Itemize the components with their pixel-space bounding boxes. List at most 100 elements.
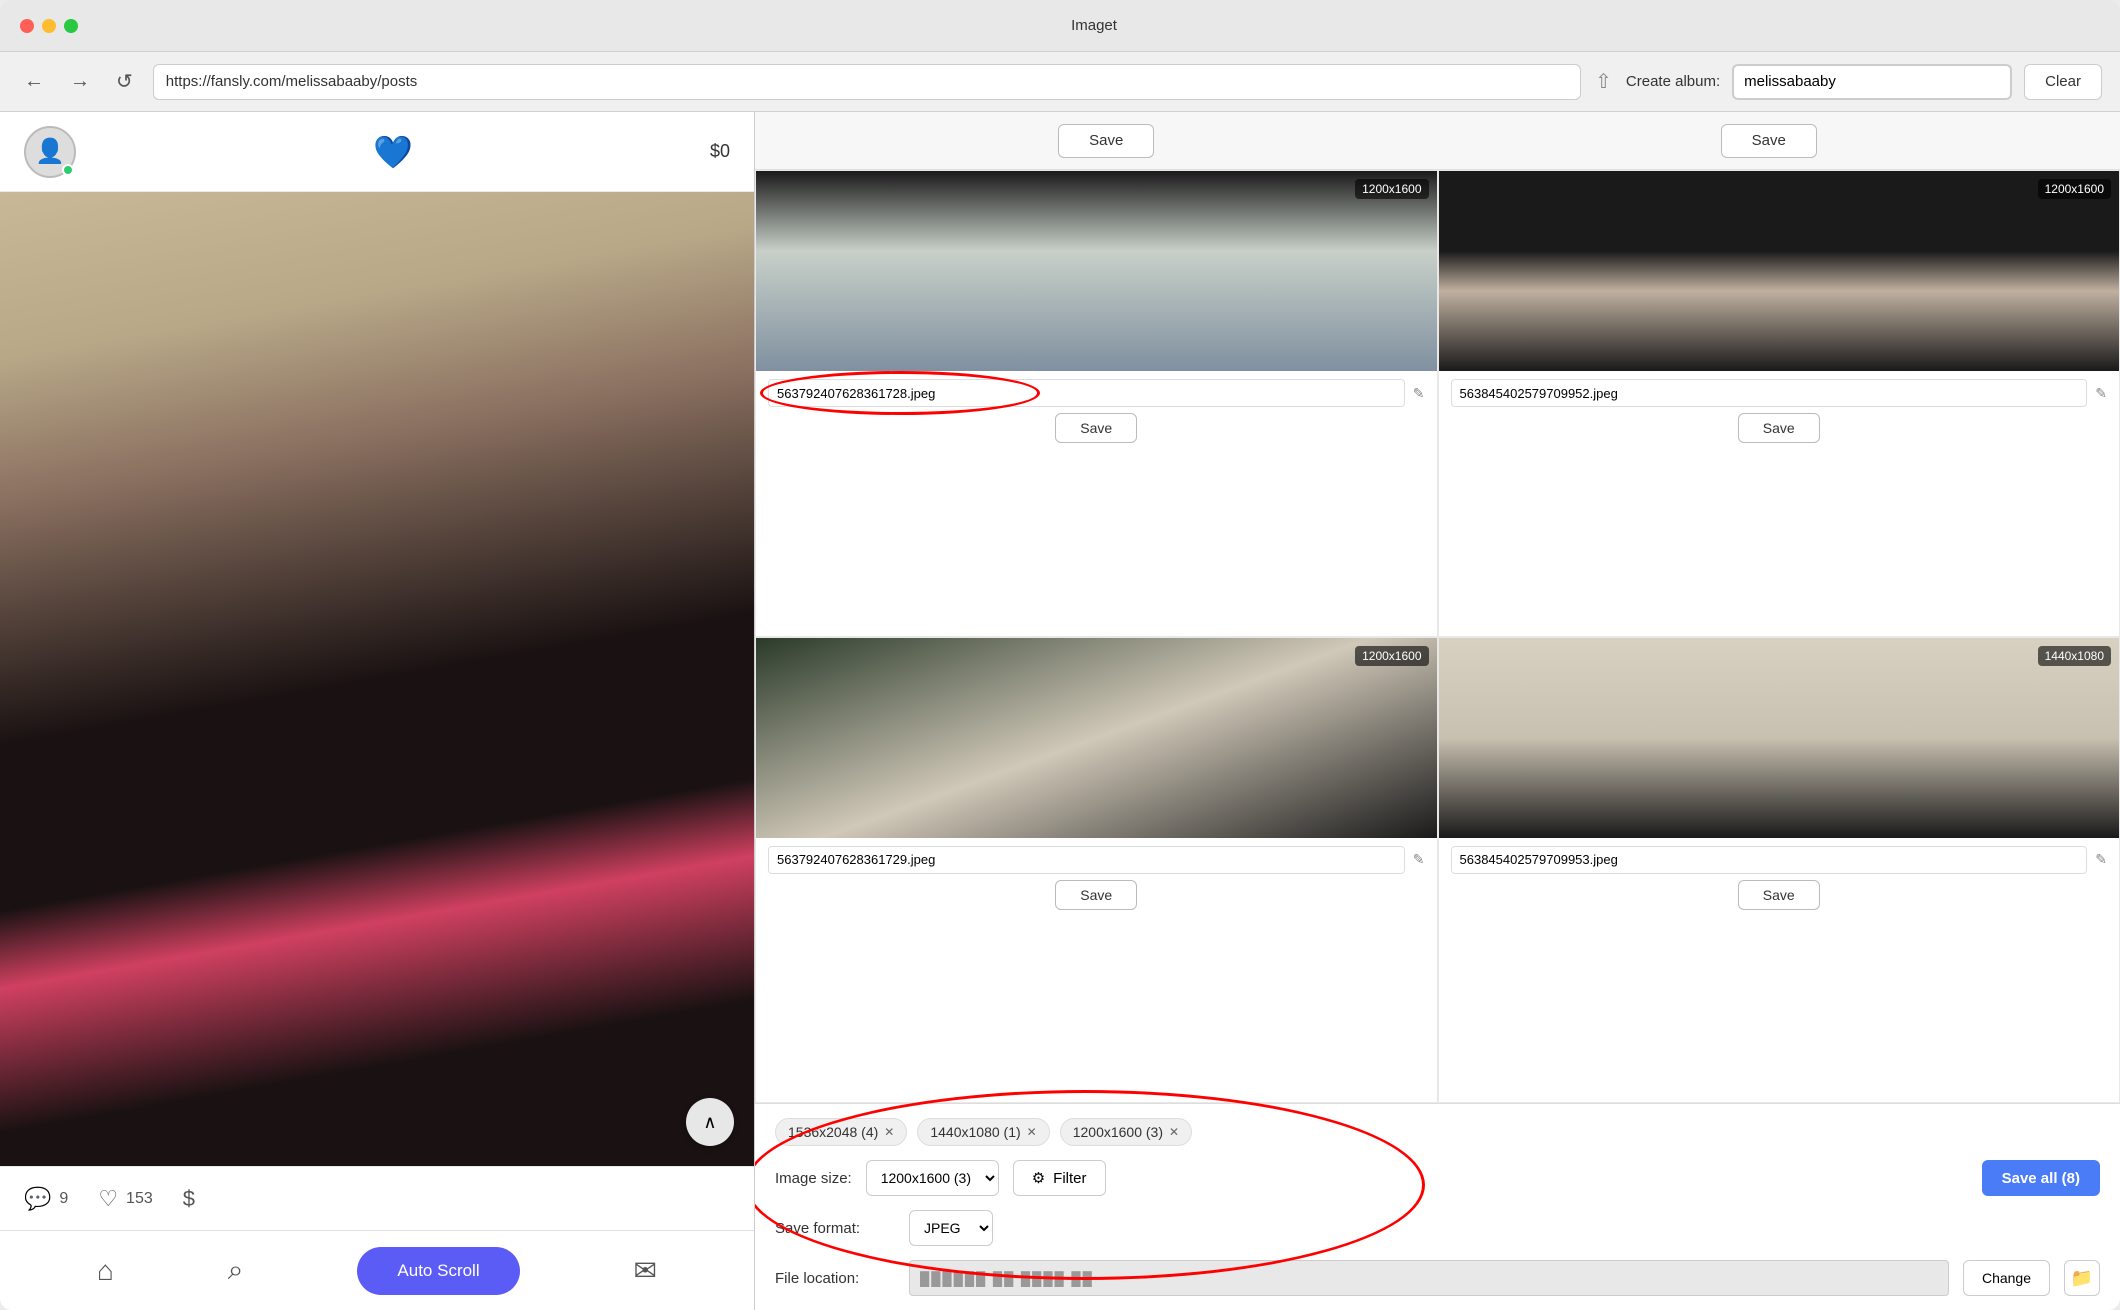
- file-location-label: File location:: [775, 1270, 895, 1287]
- card-save-button-4[interactable]: Save: [1738, 880, 1820, 910]
- image-card-3: 1200x1600 ✎ Save: [755, 637, 1438, 1104]
- filename-row-3: ✎: [768, 846, 1425, 874]
- filter-tag-2: 1440x1080 (1) ✕: [917, 1118, 1049, 1146]
- clear-button[interactable]: Clear: [2024, 64, 2102, 100]
- folder-icon: 📁: [2071, 1268, 2093, 1289]
- online-indicator: [62, 164, 74, 176]
- save-all-button[interactable]: Save all (8): [1982, 1160, 2100, 1196]
- open-folder-button[interactable]: 📁: [2064, 1260, 2100, 1296]
- maximize-button[interactable]: [64, 19, 78, 33]
- card-save-button-3[interactable]: Save: [1055, 880, 1137, 910]
- photo-placeholder: [0, 192, 754, 1166]
- image-thumb-2: 1200x1600: [1439, 171, 2120, 371]
- filename-input-4[interactable]: [1451, 846, 2088, 874]
- filter-tag-remove-1[interactable]: ✕: [884, 1125, 894, 1139]
- save-button-top-1[interactable]: Save: [1058, 124, 1154, 158]
- filter-bar: 1536x2048 (4) ✕ 1440x1080 (1) ✕ 1200x160…: [755, 1103, 2120, 1310]
- card-save-button-1[interactable]: Save: [1055, 413, 1137, 443]
- image-size-select[interactable]: 1200x1600 (3) 1536x2048 (4) 1440x1080 (1…: [866, 1160, 999, 1196]
- titlebar: Imaget: [0, 0, 2120, 52]
- format-select[interactable]: JPEG PNG WEBP: [909, 1210, 993, 1246]
- image-size-badge-3: 1200x1600: [1355, 646, 1428, 666]
- edit-filename-icon-3[interactable]: ✎: [1413, 851, 1425, 868]
- image-card-footer-2: ✎ Save: [1439, 371, 2120, 451]
- traffic-lights: [20, 19, 78, 33]
- filter-actions-row: Image size: 1200x1600 (3) 1536x2048 (4) …: [775, 1160, 2100, 1196]
- edit-filename-icon-2[interactable]: ✎: [2095, 385, 2107, 402]
- close-button[interactable]: [20, 19, 34, 33]
- main-photo-area: ∧: [0, 192, 754, 1166]
- page-header: 👤 💙 $0: [0, 112, 754, 192]
- main-content: 👤 💙 $0 ∧ 💬 9 ♡ 153: [0, 112, 2120, 1310]
- filename-input-1[interactable]: [768, 379, 1405, 407]
- comment-count: 9: [59, 1190, 68, 1208]
- filter-left: Image size: 1200x1600 (3) 1536x2048 (4) …: [775, 1160, 1106, 1196]
- browser-bar: ← → ↺ ⇧ Create album: Clear: [0, 52, 2120, 112]
- card-save-button-2[interactable]: Save: [1738, 413, 1820, 443]
- bottom-nav: ⌂ ⌕ Auto Scroll ✉: [0, 1230, 754, 1310]
- filename-input-2[interactable]: [1451, 379, 2088, 407]
- filter-tag-remove-3[interactable]: ✕: [1169, 1125, 1179, 1139]
- image-thumb-1: 1200x1600: [756, 171, 1437, 371]
- filter-settings-icon: ⚙: [1032, 1169, 1045, 1187]
- filter-tag-label-2: 1440x1080 (1): [930, 1124, 1020, 1140]
- image-card-2: 1200x1600 ✎ Save: [1438, 170, 2120, 637]
- autoscroll-button[interactable]: Auto Scroll: [357, 1247, 519, 1295]
- image-grid: 1200x1600 ✎ Save 12: [755, 170, 2120, 1103]
- avatar: 👤: [24, 126, 76, 178]
- home-nav-icon[interactable]: ⌂: [97, 1255, 114, 1287]
- tip-action[interactable]: $: [183, 1186, 195, 1212]
- file-location-row: File location: ██████ ██ ████ ██ Change …: [775, 1260, 2100, 1296]
- brand-heart-icon: 💙: [373, 133, 413, 171]
- like-icon: ♡: [98, 1186, 118, 1212]
- file-path-display: ██████ ██ ████ ██: [909, 1260, 1949, 1296]
- filter-button[interactable]: ⚙ Filter: [1013, 1160, 1106, 1196]
- minimize-button[interactable]: [42, 19, 56, 33]
- scroll-up-button[interactable]: ∧: [686, 1098, 734, 1146]
- filter-tag-remove-2[interactable]: ✕: [1027, 1125, 1037, 1139]
- save-button-top-2[interactable]: Save: [1721, 124, 1817, 158]
- edit-filename-icon-1[interactable]: ✎: [1413, 385, 1425, 402]
- mail-nav-icon[interactable]: ✉: [634, 1254, 657, 1287]
- top-save-row: Save Save: [755, 112, 2120, 170]
- image-card-footer-3: ✎ Save: [756, 838, 1437, 918]
- image-card-footer-1: ✎ Save: [756, 371, 1437, 451]
- edit-filename-icon-4[interactable]: ✎: [2095, 851, 2107, 868]
- like-count: 153: [126, 1190, 153, 1208]
- image-card-footer-4: ✎ Save: [1439, 838, 2120, 918]
- app-window: Imaget ← → ↺ ⇧ Create album: Clear 👤 💙 $…: [0, 0, 2120, 1310]
- filter-tag-1: 1536x2048 (4) ✕: [775, 1118, 907, 1146]
- format-row: Save format: JPEG PNG WEBP: [775, 1210, 2100, 1246]
- filename-input-3[interactable]: [768, 846, 1405, 874]
- right-panel: Save Save 1200x1600 ✎: [755, 112, 2120, 1310]
- filter-tag-label-3: 1200x1600 (3): [1073, 1124, 1163, 1140]
- share-icon[interactable]: ⇧: [1595, 69, 1612, 94]
- comment-action[interactable]: 💬 9: [24, 1186, 68, 1212]
- image-thumb-3: 1200x1600: [756, 638, 1437, 838]
- refresh-button[interactable]: ↺: [110, 65, 139, 98]
- dollar-icon: $: [183, 1186, 195, 1212]
- image-size-badge-2: 1200x1600: [2038, 179, 2111, 199]
- window-title: Imaget: [88, 17, 2100, 34]
- image-card-4: 1440x1080 ✎ Save: [1438, 637, 2120, 1104]
- create-album-label: Create album:: [1626, 73, 1720, 90]
- balance-display: $0: [710, 141, 730, 162]
- filename-row-4: ✎: [1451, 846, 2108, 874]
- filter-label: Filter: [1053, 1170, 1086, 1187]
- change-location-button[interactable]: Change: [1963, 1260, 2050, 1296]
- filter-tag-label-1: 1536x2048 (4): [788, 1124, 878, 1140]
- file-path-text: ██████ ██ ████ ██: [920, 1271, 1094, 1286]
- forward-button[interactable]: →: [64, 66, 96, 97]
- image-thumb-4: 1440x1080: [1439, 638, 2120, 838]
- back-button[interactable]: ←: [18, 66, 50, 97]
- filename-row-2: ✎: [1451, 379, 2108, 407]
- filter-tags-row: 1536x2048 (4) ✕ 1440x1080 (1) ✕ 1200x160…: [775, 1118, 2100, 1146]
- address-bar[interactable]: [153, 64, 1581, 100]
- right-panel-controls: Create album: Clear: [1626, 64, 2102, 100]
- album-name-input[interactable]: [1732, 64, 2012, 100]
- search-nav-icon[interactable]: ⌕: [228, 1254, 244, 1287]
- image-size-badge-1: 1200x1600: [1355, 179, 1428, 199]
- comment-icon: 💬: [24, 1186, 51, 1212]
- like-action[interactable]: ♡ 153: [98, 1186, 152, 1212]
- left-panel: 👤 💙 $0 ∧ 💬 9 ♡ 153: [0, 112, 755, 1310]
